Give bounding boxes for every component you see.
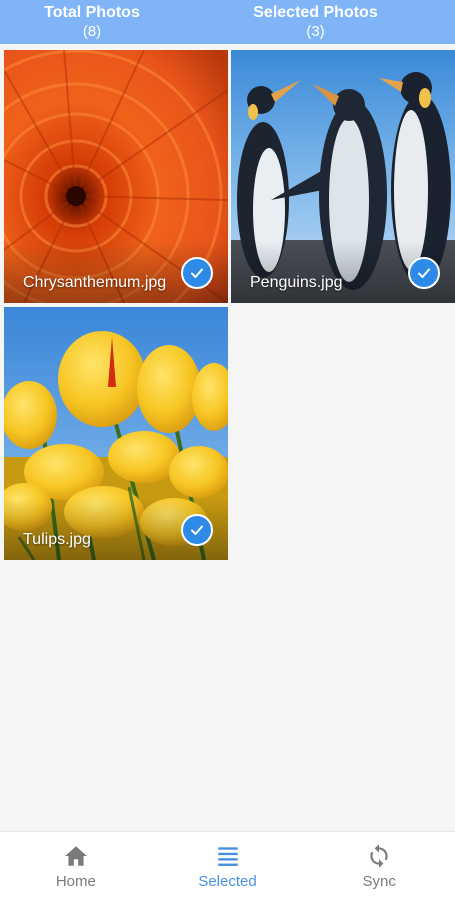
total-photos-label: Total Photos — [44, 4, 140, 21]
total-photos-counter: Total Photos (8) — [0, 0, 184, 44]
selected-photos-label: Selected Photos — [253, 4, 378, 21]
selected-check-icon[interactable] — [181, 514, 213, 546]
photo-caption: Penguins.jpg — [250, 274, 343, 291]
selected-check-icon[interactable] — [181, 257, 213, 289]
selected-photos-counter: Selected Photos (3) — [184, 0, 455, 44]
tab-sync-label: Sync — [362, 872, 396, 890]
tab-selected[interactable]: Selected — [152, 832, 304, 900]
header-bar: Total Photos (8) Selected Photos (3) — [0, 0, 455, 44]
photo-tile-chrysanthemum[interactable]: Chrysanthemum.jpg — [4, 50, 228, 303]
photo-tile-penguins[interactable]: Penguins.jpg — [231, 50, 455, 303]
bottom-tab-bar: Home Selected Sync — [0, 831, 455, 900]
list-icon — [217, 846, 238, 866]
total-photos-count: (8) — [82, 23, 102, 40]
selected-photos-count: (3) — [306, 23, 325, 40]
photo-caption: Tulips.jpg — [23, 531, 91, 548]
home-icon — [64, 845, 87, 866]
tab-home[interactable]: Home — [0, 832, 152, 900]
tab-selected-label: Selected — [198, 872, 257, 890]
selected-check-icon[interactable] — [408, 257, 440, 289]
tab-sync[interactable]: Sync — [303, 832, 455, 900]
sync-icon — [370, 843, 388, 868]
photo-tile-tulips[interactable]: Tulips.jpg — [4, 307, 228, 560]
photo-caption: Chrysanthemum.jpg — [23, 274, 167, 291]
tab-home-label: Home — [55, 872, 96, 890]
